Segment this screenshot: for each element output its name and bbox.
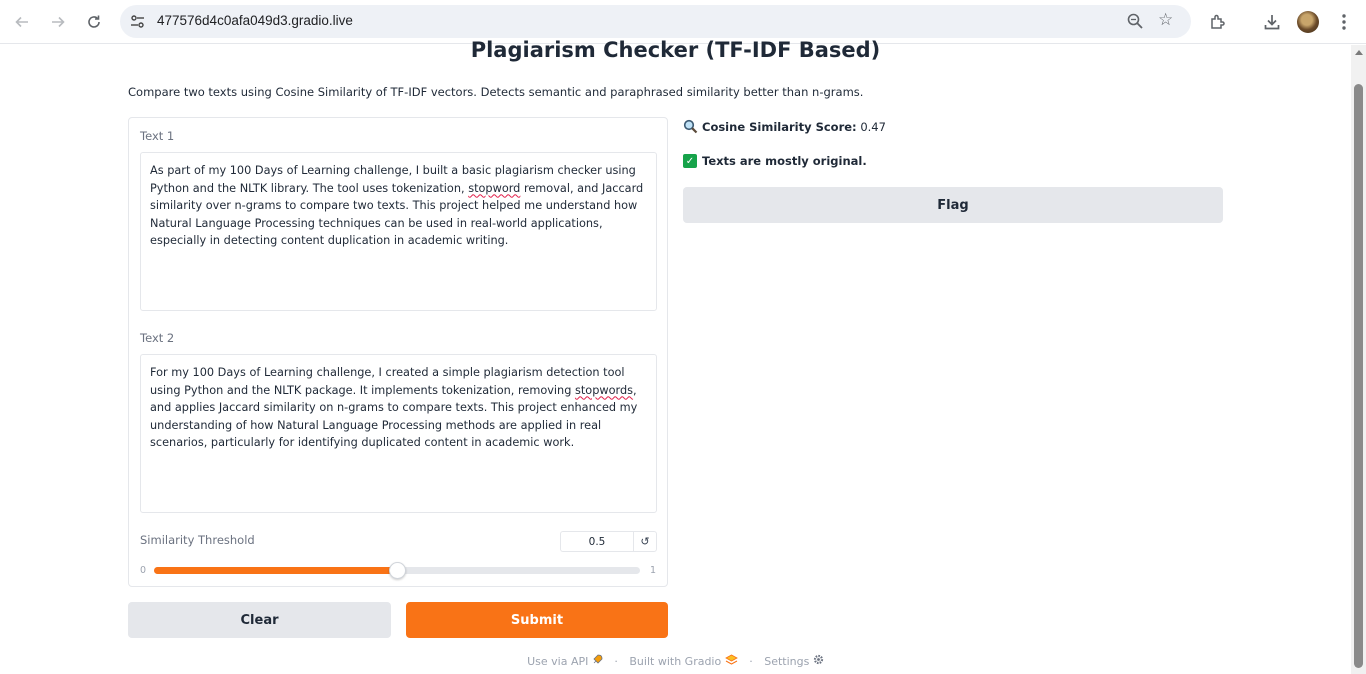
api-link-text: Use via API [527, 655, 589, 668]
reload-icon[interactable] [81, 9, 107, 35]
text2-textarea[interactable]: For my 100 Days of Learning challenge, I… [140, 354, 657, 513]
built-with-gradio-link[interactable]: Built with Gradio [629, 654, 738, 668]
profile-avatar[interactable] [1297, 11, 1319, 33]
slider-max-label: 1 [650, 565, 657, 576]
scroll-up-arrow-icon[interactable] [1355, 50, 1363, 55]
verdict-output: ✓ Texts are mostly original. [683, 154, 867, 168]
app-description: Compare two texts using Cosine Similarit… [128, 85, 864, 99]
text2-spelling-flag: stopwords [574, 383, 634, 397]
page-footer: Use via API · Built with Gradio · Settin… [0, 654, 1351, 668]
threshold-slider[interactable] [154, 562, 640, 579]
rocket-icon [593, 654, 603, 664]
gradio-logo-icon [724, 654, 738, 665]
text1-spelling-flag: stopword [468, 181, 521, 195]
footer-separator: · [749, 655, 753, 668]
text1-textarea[interactable]: As part of my 100 Days of Learning chall… [140, 152, 657, 311]
reset-icon[interactable]: ↺ [633, 531, 657, 552]
threshold-label: Similarity Threshold [140, 533, 255, 547]
slider-fill [154, 567, 397, 574]
page-title: Plagiarism Checker (TF-IDF Based) [470, 38, 881, 62]
text2-value-part: For my 100 Days of Learning challenge, I… [150, 366, 625, 397]
threshold-number-input[interactable]: 0.5 [560, 531, 633, 552]
address-bar[interactable]: 477576d4c0afa049d3.gradio.live ☆ [120, 5, 1191, 38]
back-arrow-icon[interactable] [9, 9, 35, 35]
slider-min-label: 0 [140, 565, 147, 576]
text1-label: Text 1 [140, 129, 175, 143]
submit-button[interactable]: Submit [406, 602, 668, 638]
check-mark-icon: ✓ [683, 154, 697, 168]
footer-separator: · [614, 655, 618, 668]
download-icon[interactable] [1259, 9, 1285, 35]
bookmark-star-icon[interactable]: ☆ [1158, 10, 1173, 30]
settings-link-text: Settings [764, 655, 810, 668]
magnifying-glass-icon [683, 119, 698, 134]
score-value: 0.47 [860, 119, 886, 134]
menu-dots-icon[interactable] [1331, 9, 1357, 35]
gear-icon [813, 654, 823, 665]
text2-label: Text 2 [140, 331, 175, 345]
scrollbar-thumb[interactable] [1354, 84, 1363, 668]
site-info-icon[interactable] [129, 13, 146, 30]
extensions-icon[interactable] [1205, 9, 1231, 35]
forward-arrow-icon[interactable] [45, 9, 71, 35]
verdict-text: Texts are mostly original. [702, 154, 867, 168]
settings-link[interactable]: Settings [764, 654, 824, 668]
score-output: Cosine Similarity Score: 0.47 [683, 119, 886, 134]
zoom-icon[interactable] [1126, 12, 1144, 30]
built-link-text: Built with Gradio [629, 655, 722, 668]
slider-thumb[interactable] [389, 562, 406, 579]
score-label: Cosine Similarity Score: [702, 119, 857, 134]
clear-button[interactable]: Clear [128, 602, 391, 638]
url-text[interactable]: 477576d4c0afa049d3.gradio.live [157, 13, 353, 28]
flag-button[interactable]: Flag [683, 187, 1223, 223]
use-via-api-link[interactable]: Use via API [527, 654, 603, 668]
